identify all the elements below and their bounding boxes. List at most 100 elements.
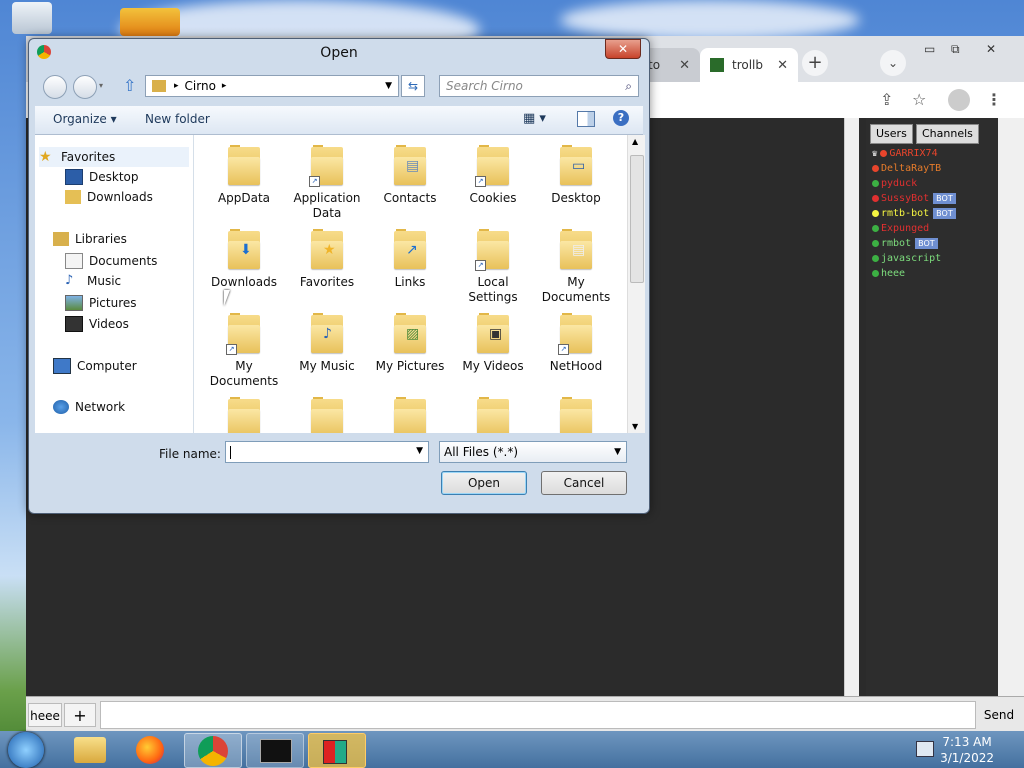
taskbar-cmd-button[interactable]: [246, 733, 304, 768]
tab-channels[interactable]: Channels: [916, 124, 979, 144]
folder-item[interactable]: ⬇ Downloads: [206, 229, 282, 290]
status-dot-icon: [872, 180, 879, 187]
folder-item[interactable]: [289, 397, 365, 433]
search-input[interactable]: Search Cirno ⌕: [439, 75, 639, 97]
up-folder-icon[interactable]: ⇧: [123, 76, 136, 95]
folder-item[interactable]: ▭ Desktop: [538, 145, 614, 206]
new-folder-button[interactable]: New folder: [145, 112, 210, 126]
message-input[interactable]: [100, 701, 976, 729]
tab-search-button[interactable]: ⌄: [880, 50, 906, 76]
cancel-button[interactable]: Cancel: [541, 471, 627, 495]
user-list-item[interactable]: heee: [872, 268, 905, 279]
minimize-button[interactable]: ▭: [924, 42, 935, 56]
file-name-input[interactable]: ▼: [225, 441, 429, 463]
tab-close-icon[interactable]: ✕: [777, 58, 788, 73]
restore-button[interactable]: ⧉: [951, 42, 960, 57]
address-dropdown-icon[interactable]: ▼: [385, 81, 392, 91]
dialog-close-button[interactable]: ✕: [605, 39, 641, 59]
desktop-icon: [65, 169, 83, 185]
user-list-item[interactable]: rmbot BOT: [872, 238, 938, 249]
user-list-item[interactable]: javascript: [872, 253, 941, 264]
folder-item[interactable]: [538, 397, 614, 433]
folder-item[interactable]: ↗ Application Data: [289, 145, 365, 221]
folder-item[interactable]: ↗ Cookies: [455, 145, 531, 206]
taskbar-chrome-button[interactable]: [184, 733, 242, 768]
help-icon[interactable]: ?: [613, 110, 629, 126]
file-type-select[interactable]: All Files (*.*) ▼: [439, 441, 627, 463]
folder-item[interactable]: ▤ My Documents: [538, 229, 614, 305]
recycle-bin-icon[interactable]: [12, 2, 52, 34]
nav-item-documents[interactable]: Documents: [65, 253, 157, 269]
nav-item-downloads[interactable]: Downloads: [65, 190, 153, 204]
folder-item[interactable]: ↗ Links: [372, 229, 448, 290]
scroll-up-icon[interactable]: ▲: [632, 137, 638, 146]
folder-item[interactable]: AppData: [206, 145, 282, 206]
folder-item[interactable]: [372, 397, 448, 433]
user-list-item[interactable]: DeltaRayTB: [872, 163, 941, 174]
forward-button[interactable]: [73, 75, 97, 99]
folder-item[interactable]: ★ Favorites: [289, 229, 365, 290]
close-window-button[interactable]: ✕: [986, 42, 996, 56]
nav-computer[interactable]: Computer: [53, 358, 137, 374]
tab-users[interactable]: Users: [870, 124, 913, 144]
folder-item[interactable]: [206, 397, 282, 433]
folder-item[interactable]: ▣ My Videos: [455, 313, 531, 374]
preview-pane-icon[interactable]: [577, 111, 595, 127]
organize-button[interactable]: Organize ▾: [53, 112, 117, 126]
bookmark-star-icon[interactable]: ☆: [912, 90, 926, 109]
folder-item[interactable]: ♪ My Music: [289, 313, 365, 374]
new-tab-button[interactable]: +: [802, 50, 828, 76]
folder-label: Application Data: [293, 191, 361, 220]
tab-close-icon[interactable]: ✕: [679, 58, 690, 73]
nav-item-music[interactable]: ♪ Music: [65, 274, 121, 289]
nav-item-desktop[interactable]: Desktop: [65, 169, 139, 185]
taskbar-app-button[interactable]: [308, 733, 366, 768]
nav-network[interactable]: Network: [53, 400, 125, 414]
folder-item[interactable]: ▨ My Pictures: [372, 313, 448, 374]
start-button[interactable]: [8, 732, 44, 768]
nav-item-pictures[interactable]: Pictures: [65, 295, 137, 311]
taskbar-explorer-button[interactable]: [62, 733, 118, 766]
command-bar: Organize ▾ New folder ▦ ▾ ?: [35, 106, 643, 135]
back-button[interactable]: [43, 75, 67, 99]
scroll-thumb[interactable]: [630, 155, 644, 283]
nav-favorites-header[interactable]: ★ Favorites: [39, 147, 189, 167]
open-button[interactable]: Open: [441, 471, 527, 495]
profile-avatar-icon[interactable]: [948, 89, 970, 111]
refresh-button[interactable]: ⇆: [401, 75, 425, 97]
file-name-dropdown-icon[interactable]: ▼: [416, 446, 423, 456]
network-tray-icon[interactable]: [916, 741, 934, 757]
desktop-shortcut-icon[interactable]: [120, 8, 180, 36]
taskbar-firefox-button[interactable]: [122, 733, 178, 766]
folder-item[interactable]: [455, 397, 531, 433]
user-list-item[interactable]: pyduck: [872, 178, 917, 189]
folder-item[interactable]: ↗ My Documents: [206, 313, 282, 389]
menu-kebab-icon[interactable]: ⋮: [986, 90, 1002, 109]
nav-item-videos[interactable]: Videos: [65, 316, 129, 332]
scroll-down-icon[interactable]: ▼: [632, 422, 638, 431]
add-channel-button[interactable]: +: [64, 703, 96, 727]
user-name: GARRIX74: [889, 148, 938, 159]
user-list-item[interactable]: ♛ GARRIX74: [872, 148, 938, 159]
view-options-icon[interactable]: ▦ ▾: [523, 111, 546, 126]
nav-libraries-header[interactable]: Libraries: [53, 232, 127, 246]
folder-item[interactable]: ↗ Local Settings: [455, 229, 531, 305]
user-list-scrollbar[interactable]: [998, 118, 1024, 696]
chat-scrollbar[interactable]: [844, 118, 859, 696]
user-list-item[interactable]: rmtb-bot BOT: [872, 208, 956, 219]
channel-button[interactable]: heee: [28, 703, 62, 727]
browser-tab-active[interactable]: trollb ✕: [700, 48, 798, 82]
breadcrumb-segment[interactable]: Cirno: [185, 79, 216, 93]
system-clock[interactable]: 7:13 AM 3/1/2022: [940, 734, 994, 766]
user-list-item[interactable]: SussyBot BOT: [872, 193, 956, 204]
address-bar[interactable]: ▸ Cirno ▸ ▼: [145, 75, 399, 97]
folder-item[interactable]: ▤ Contacts: [372, 145, 448, 206]
folder-icon: ↗: [475, 229, 511, 271]
file-list-scrollbar[interactable]: ▲ ▼: [627, 135, 645, 433]
folder-label: Downloads: [211, 275, 277, 289]
share-icon[interactable]: ⇪: [880, 90, 893, 109]
recent-locations-icon[interactable]: ▾: [99, 81, 103, 90]
folder-item[interactable]: ↗ NetHood: [538, 313, 614, 374]
send-button[interactable]: Send: [980, 703, 1018, 727]
user-list-item[interactable]: Expunged: [872, 223, 929, 234]
